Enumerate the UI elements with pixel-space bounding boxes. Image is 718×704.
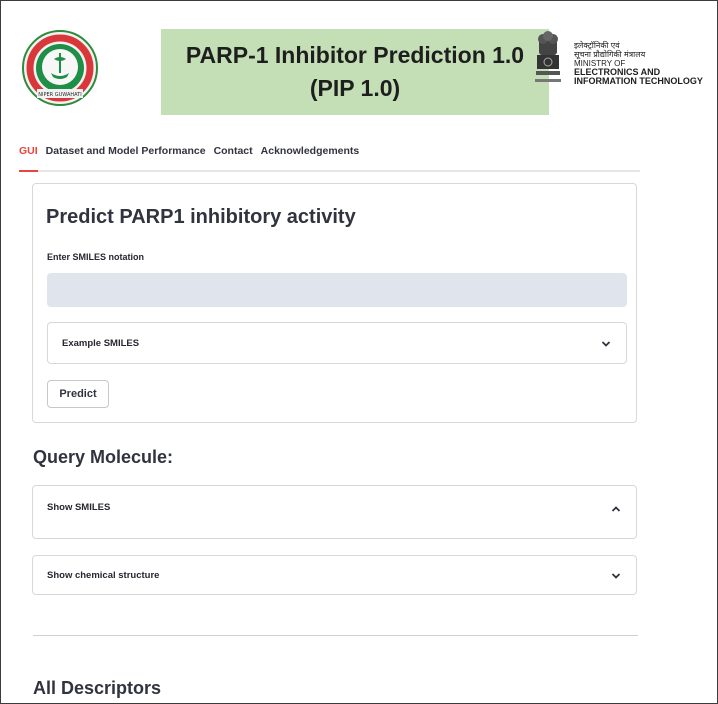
tab-bar: GUI Dataset and Model Performance Contac…: [19, 144, 640, 172]
ministry-label: इलेक्ट्रॉनिकी एवं सूचना प्रौद्योगिकी मंत…: [574, 41, 718, 86]
smiles-input[interactable]: [47, 273, 627, 307]
predict-button[interactable]: Predict: [47, 380, 109, 408]
national-emblem-icon: [535, 31, 561, 82]
niper-logo: NIPER GUWAHATI: [22, 30, 98, 106]
tab-contact[interactable]: Contact: [214, 144, 253, 170]
ministry-hindi-line2: सूचना प्रौद्योगिकी मंत्रालय: [574, 50, 646, 59]
app-title-line2: (PIP 1.0): [309, 75, 401, 101]
show-structure-label: Show chemical structure: [47, 570, 160, 581]
header: NIPER GUWAHATI PARP-1 Inhibitor Predicti…: [21, 15, 711, 115]
show-smiles-expander[interactable]: Show SMILES: [32, 485, 637, 539]
app-title-banner: PARP-1 Inhibitor Prediction 1.0 (PIP 1.0…: [161, 29, 549, 115]
show-smiles-label: Show SMILES: [47, 502, 111, 513]
query-molecule-heading: Query Molecule:: [33, 447, 174, 467]
chevron-up-icon: [611, 506, 621, 512]
ministry-hindi-line1: इलेक्ट्रॉनिकी एवं: [574, 41, 620, 50]
all-descriptors-heading: All Descriptors: [33, 678, 162, 698]
logo-caption: NIPER GUWAHATI: [38, 92, 81, 98]
chevron-down-icon: [601, 341, 611, 347]
ministry-en-line3: INFORMATION TECHNOLOGY: [574, 76, 703, 86]
tab-dataset-model-performance[interactable]: Dataset and Model Performance: [46, 144, 206, 170]
example-smiles-label: Example SMILES: [62, 338, 140, 349]
app-title-line1: PARP-1 Inhibitor Prediction 1.0: [185, 42, 525, 68]
section-divider: [33, 635, 638, 636]
page-frame: NIPER GUWAHATI PARP-1 Inhibitor Predicti…: [0, 0, 718, 704]
predict-heading: Predict PARP1 inhibitory activity: [46, 206, 356, 228]
show-structure-expander[interactable]: Show chemical structure: [32, 555, 637, 595]
example-smiles-expander[interactable]: Example SMILES: [47, 322, 627, 364]
tab-acknowledgements[interactable]: Acknowledgements: [261, 144, 360, 170]
tab-gui[interactable]: GUI: [19, 144, 38, 172]
smiles-input-label: Enter SMILES notation: [47, 252, 145, 262]
predict-card: Predict PARP1 inhibitory activity Enter …: [32, 183, 637, 423]
chevron-down-icon: [611, 573, 621, 579]
